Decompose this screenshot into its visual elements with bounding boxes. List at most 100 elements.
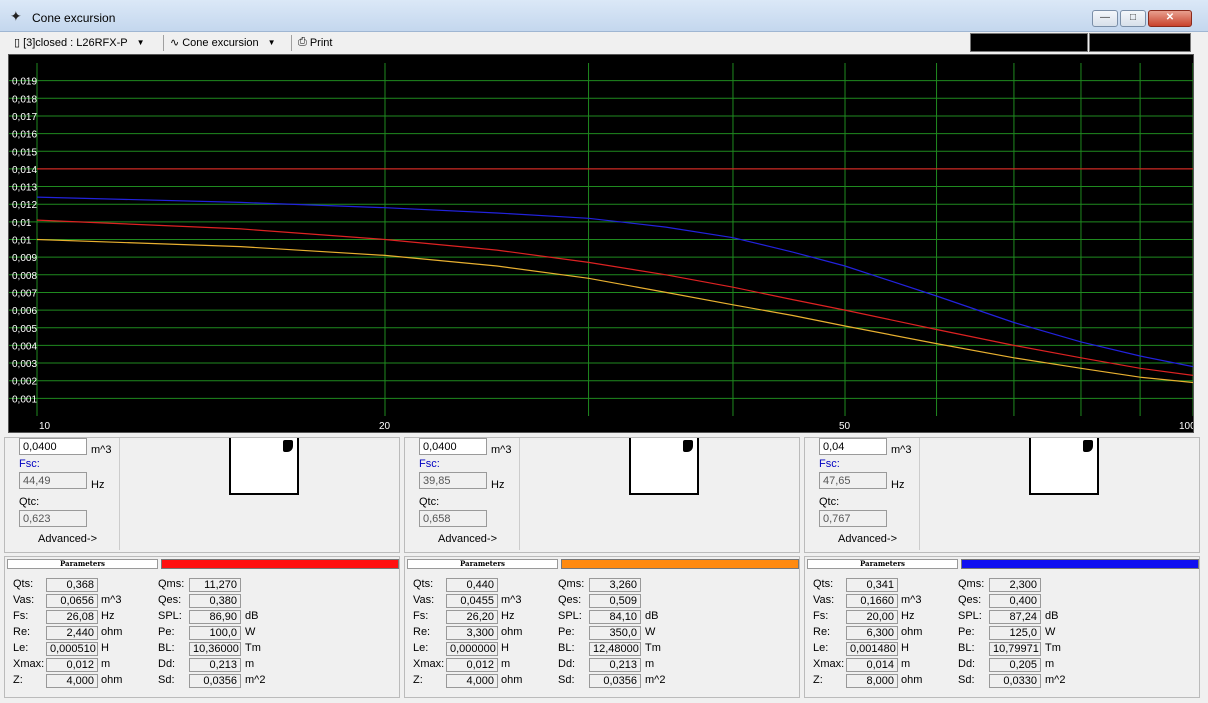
param-value[interactable]: 26,20	[446, 610, 498, 624]
qtc-label: Qtc:	[419, 496, 440, 508]
param-label: Qts:	[813, 578, 834, 590]
param-label: Qts:	[413, 578, 434, 590]
param-unit: Hz	[101, 610, 115, 622]
minimize-button[interactable]: —	[1092, 10, 1118, 27]
param-value[interactable]: 87,24	[989, 610, 1041, 624]
param-value[interactable]: 0,509	[589, 594, 641, 608]
enclosure-sketch	[229, 438, 299, 495]
param-label: Fs:	[13, 610, 29, 622]
param-value[interactable]: 125,0	[989, 626, 1041, 640]
param-value[interactable]: 0,0356	[189, 674, 241, 688]
driver-color-bar	[561, 559, 799, 569]
advanced-button[interactable]: Advanced->	[838, 533, 897, 545]
y-tick-label: 0,006	[12, 306, 37, 317]
param-value[interactable]: 26,08	[46, 610, 98, 624]
fsc-unit: Hz	[91, 479, 105, 491]
param-value[interactable]: 4,000	[46, 674, 98, 688]
close-button[interactable]: ✕	[1148, 10, 1192, 27]
param-label: Le:	[413, 642, 429, 654]
param-unit: ohm	[501, 674, 523, 686]
param-value[interactable]: 0,440	[446, 578, 498, 592]
parameters-tab[interactable]: Parameters	[807, 559, 958, 569]
maximize-button[interactable]: □	[1120, 10, 1146, 27]
param-unit: Hz	[501, 610, 515, 622]
param-value[interactable]: 3,300	[446, 626, 498, 640]
param-value[interactable]: 0,000510	[46, 642, 98, 656]
param-unit: m^2	[645, 674, 666, 686]
qtc-label: Qtc:	[19, 496, 40, 508]
y-tick-label: 0,003	[12, 359, 37, 370]
param-value[interactable]: 84,10	[589, 610, 641, 624]
param-value[interactable]: 0,000000	[446, 642, 498, 656]
param-value[interactable]: 4,000	[446, 674, 498, 688]
param-value[interactable]: 100,0	[189, 626, 241, 640]
parameters-tab[interactable]: Parameters	[7, 559, 158, 569]
param-label: Z:	[13, 674, 23, 686]
vb-unit: m^3	[491, 444, 512, 456]
param-label: BL:	[158, 642, 175, 654]
y-tick-label: 0,012	[12, 200, 37, 211]
panel-divider	[519, 438, 520, 550]
parameters-tab[interactable]: Parameters	[407, 559, 558, 569]
qtc-field: 0,767	[819, 510, 887, 527]
param-value[interactable]: 0,341	[846, 578, 898, 592]
panel-divider	[919, 438, 920, 550]
param-value[interactable]: 0,0356	[589, 674, 641, 688]
vb-input[interactable]: 0,0400	[19, 438, 87, 455]
param-value[interactable]: 0,014	[846, 658, 898, 672]
param-value[interactable]: 11,270	[189, 578, 241, 592]
param-label: Qms:	[158, 578, 185, 590]
driver-color-bar	[161, 559, 399, 569]
view-dropdown[interactable]: ∿ Cone excursion ▼	[170, 36, 276, 50]
param-label: SPL:	[958, 610, 982, 622]
param-value[interactable]: 3,260	[589, 578, 641, 592]
cone-excursion-chart[interactable]: 0,001 0,002 0,003 0,004 0,005 0,006 0,007 0,008…	[8, 54, 1194, 433]
param-value[interactable]: 0,0330	[989, 674, 1041, 688]
param-unit: Tm	[245, 642, 261, 654]
param-value[interactable]: 0,213	[589, 658, 641, 672]
param-unit: H	[101, 642, 109, 654]
vb-input[interactable]: 0,0400	[419, 438, 487, 455]
param-value[interactable]: 0,001480	[846, 642, 898, 656]
chevron-down-icon: ▼	[136, 38, 145, 47]
x-tick-label: 50	[839, 421, 851, 432]
param-value[interactable]: 8,000	[846, 674, 898, 688]
param-label: Z:	[413, 674, 423, 686]
param-value[interactable]: 20,00	[846, 610, 898, 624]
param-value[interactable]: 0,0656	[46, 594, 98, 608]
param-value[interactable]: 0,012	[46, 658, 98, 672]
print-button[interactable]: ⎙ Print	[298, 36, 332, 49]
param-label: Le:	[13, 642, 29, 654]
param-value[interactable]: 0,368	[46, 578, 98, 592]
y-tick-label: 0,015	[12, 147, 37, 158]
param-label: Pe:	[558, 626, 575, 638]
vb-input[interactable]: 0,04	[819, 438, 887, 455]
param-value[interactable]: 2,440	[46, 626, 98, 640]
param-value[interactable]: 0,213	[189, 658, 241, 672]
param-value[interactable]: 0,205	[989, 658, 1041, 672]
param-value[interactable]: 0,012	[446, 658, 498, 672]
param-value[interactable]: 0,0455	[446, 594, 498, 608]
window-controls: — □ ✕	[1092, 10, 1192, 27]
param-value[interactable]: 10,36000	[189, 642, 241, 656]
project-dropdown[interactable]: ▯ [3]closed : L26RFX-P ▼	[14, 36, 145, 50]
speaker-icon: ▯	[14, 37, 21, 49]
param-value[interactable]: 350,0	[589, 626, 641, 640]
param-value[interactable]: 2,300	[989, 578, 1041, 592]
advanced-button[interactable]: Advanced->	[438, 533, 497, 545]
param-unit: m	[1045, 658, 1055, 670]
param-value[interactable]: 12,48000	[589, 642, 641, 656]
param-value[interactable]: 0,400	[989, 594, 1041, 608]
param-label: Dd:	[958, 658, 976, 670]
param-value[interactable]: 86,90	[189, 610, 241, 624]
param-value[interactable]: 0,380	[189, 594, 241, 608]
param-value[interactable]: 0,1660	[846, 594, 898, 608]
param-value[interactable]: 10,79971	[989, 642, 1041, 656]
advanced-button[interactable]: Advanced->	[38, 533, 97, 545]
y-tick-label: 0,013	[12, 183, 37, 194]
param-unit: ohm	[501, 626, 523, 638]
param-value[interactable]: 6,300	[846, 626, 898, 640]
param-unit: Tm	[1045, 642, 1061, 654]
x-tick-label: 10	[39, 421, 51, 432]
param-label: Dd:	[158, 658, 176, 670]
